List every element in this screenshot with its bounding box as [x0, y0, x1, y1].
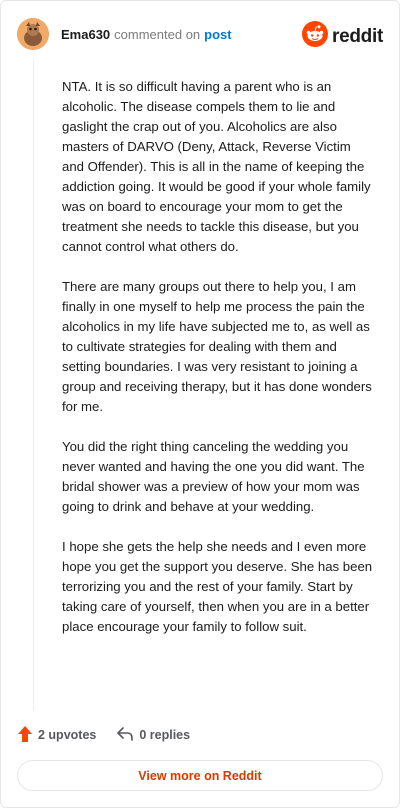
comment-header: Ema630 commented on post reddit	[17, 17, 383, 51]
reply-count: 0 replies	[139, 728, 191, 742]
reddit-brand[interactable]: reddit	[302, 21, 383, 52]
comment-footer: 2 upvotes 0 replies	[17, 725, 210, 745]
view-more-button[interactable]: View more on Reddit	[17, 760, 383, 791]
reply-arrow-icon	[116, 726, 134, 745]
upvote-count: 2 upvotes	[38, 728, 97, 742]
avatar-icon[interactable]	[17, 18, 49, 50]
comment-meta: Ema630 commented on post	[61, 27, 232, 42]
comment-paragraph: You did the right thing canceling the we…	[62, 439, 365, 514]
reddit-logo-icon	[302, 21, 329, 52]
comment-body: NTA. It is so difficult having a parent …	[62, 77, 376, 657]
action-text: commented on	[114, 26, 201, 42]
thread-line[interactable]	[33, 59, 34, 711]
upvote-arrow-icon	[17, 725, 33, 746]
reddit-wordmark: reddit	[332, 25, 383, 47]
comment-paragraph: I hope she gets the help she needs and I…	[62, 539, 373, 634]
upvote-button[interactable]: 2 upvotes	[17, 725, 96, 746]
comment-paragraph: NTA. It is so difficult having a parent …	[62, 79, 371, 254]
comment-paragraph: There are many groups out there to help …	[62, 279, 372, 414]
username-link[interactable]: Ema630	[61, 27, 110, 42]
post-link[interactable]: post	[204, 27, 231, 42]
comment-card: Ema630 commented on post reddit NTA. It …	[0, 0, 400, 808]
reply-button[interactable]: 0 replies	[116, 726, 190, 745]
